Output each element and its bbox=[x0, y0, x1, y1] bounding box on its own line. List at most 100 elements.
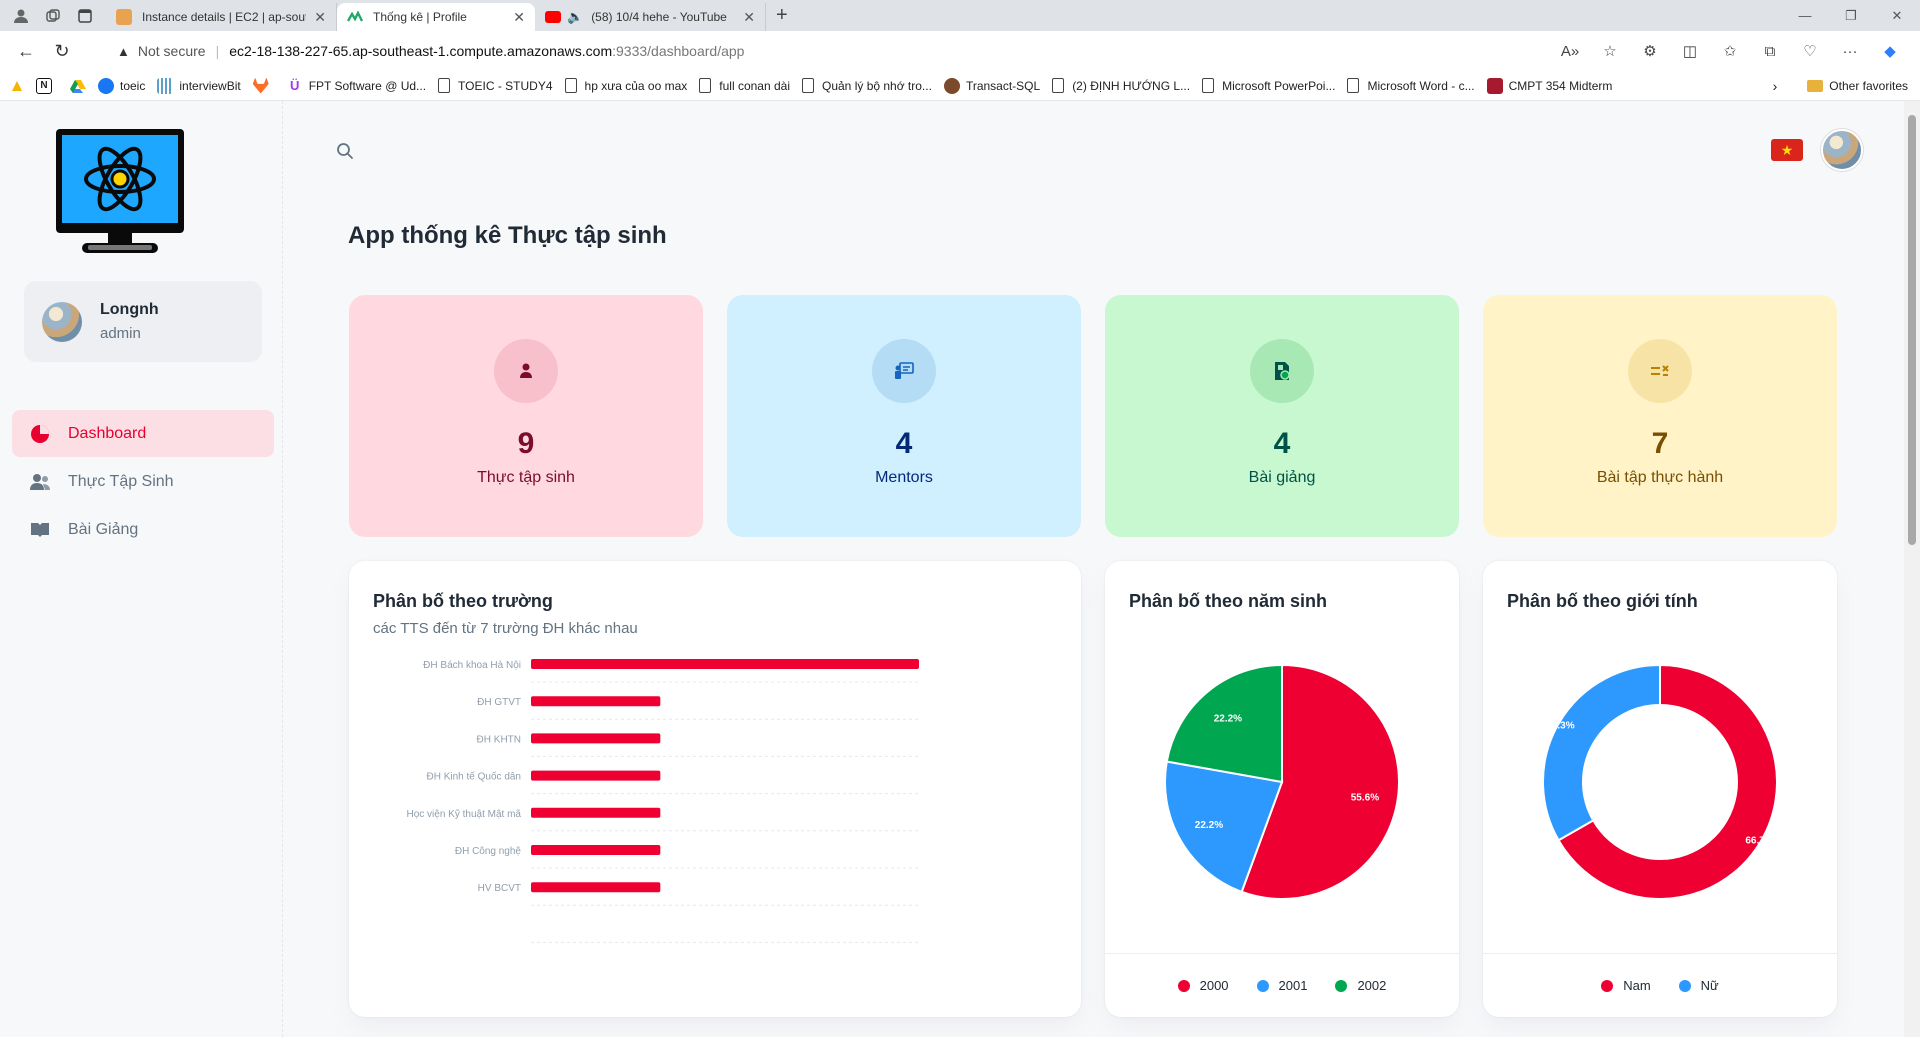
bookmark-gitlab[interactable] bbox=[252, 77, 275, 94]
stat-value: 4 bbox=[1273, 427, 1291, 460]
school-chart-card: Phân bố theo trường các TTS đến từ 7 trư… bbox=[349, 561, 1081, 1017]
other-favorites[interactable]: Other favorites bbox=[1829, 79, 1908, 93]
bar[interactable] bbox=[531, 845, 661, 855]
url-field[interactable]: ▲ Not secure | ec2-18-138-227-65.ap-sout… bbox=[103, 36, 1603, 66]
bookmark-fpt-udemy[interactable]: Ü FPT Software @ Ud... bbox=[286, 77, 426, 94]
favorites-icon[interactable]: ✩ bbox=[1710, 42, 1750, 60]
bookmark-hp-xua[interactable]: hp xưa của oo max bbox=[564, 78, 687, 93]
restore-icon[interactable]: ❐ bbox=[1828, 0, 1874, 31]
vietnam-flag-icon[interactable]: ★ bbox=[1771, 139, 1803, 161]
sidebar-item-label: Dashboard bbox=[68, 424, 147, 442]
main-content: ★ App thống kê Thực tập sinh 9 Thực tập … bbox=[283, 101, 1904, 1037]
legend-label: Nữ bbox=[1700, 978, 1719, 993]
bookmark-arrow-icon[interactable] bbox=[10, 79, 24, 93]
page-title: App thống kê Thực tập sinh bbox=[348, 222, 667, 249]
collections-icon[interactable]: ⧉ bbox=[1750, 43, 1790, 60]
legend-item[interactable]: Nữ bbox=[1678, 978, 1719, 993]
data-label: 55.6% bbox=[1351, 793, 1379, 804]
stat-value: 9 bbox=[517, 427, 535, 460]
scrollbar-thumb[interactable] bbox=[1908, 115, 1916, 545]
toolbar-actions: A» ☆ ⚙ ◫ ✩ ⧉ ♡ ··· ◆ bbox=[1550, 31, 1910, 71]
bar[interactable] bbox=[531, 659, 919, 669]
sidebar-item-thuc-tap-sinh[interactable]: Thực Tập Sinh bbox=[12, 458, 274, 505]
close-tab-icon[interactable]: ✕ bbox=[314, 9, 326, 26]
bar[interactable] bbox=[531, 882, 661, 893]
drive-icon[interactable] bbox=[70, 79, 86, 93]
folder-icon bbox=[1807, 80, 1824, 92]
bookmark-word[interactable]: Microsoft Word - c... bbox=[1347, 78, 1475, 93]
sidebar-item-bai-giang[interactable]: Bài Giảng bbox=[12, 506, 274, 553]
bookmark-powerpoint[interactable]: Microsoft PowerPoi... bbox=[1202, 78, 1335, 93]
bookmark-dinh-huong[interactable]: (2) ĐỊNH HƯỚNG L... bbox=[1052, 78, 1190, 93]
bookmark-quan-ly-bo-nho[interactable]: Quản lý bộ nhớ tro... bbox=[802, 78, 932, 93]
bar[interactable] bbox=[531, 807, 661, 818]
search-icon[interactable] bbox=[335, 141, 355, 161]
close-tab-icon[interactable]: ✕ bbox=[513, 9, 525, 26]
address-bar: ← ↻ ▲ Not secure | ec2-18-138-227-65.ap-… bbox=[0, 31, 1920, 71]
school-bar-chart: ĐH Bách khoa Hà Nội ĐH GTVT ĐH KHTN ĐH Kinh… bbox=[407, 659, 919, 943]
profile-icon[interactable] bbox=[10, 5, 32, 27]
data-label: 66.7% bbox=[1745, 836, 1773, 847]
doc-icon bbox=[699, 78, 712, 93]
profile-app-favicon-icon bbox=[347, 9, 363, 25]
legend-item[interactable]: Nam bbox=[1601, 978, 1651, 993]
stat-label: Mentors bbox=[875, 469, 933, 486]
stat-value: 7 bbox=[1651, 427, 1669, 460]
minimize-icon[interactable]: — bbox=[1782, 0, 1828, 31]
security-label[interactable]: Not secure bbox=[138, 43, 206, 59]
account-card[interactable]: Longnh admin bbox=[24, 281, 262, 362]
more-menu-icon[interactable]: ··· bbox=[1830, 43, 1870, 60]
pie-slice[interactable] bbox=[1542, 663, 1661, 842]
tab-thong-ke[interactable]: Thống kê | Profile ✕ bbox=[337, 3, 535, 31]
gender-donut-chart: 66.7% 33.3% bbox=[1542, 663, 1778, 900]
close-tab-icon[interactable]: ✕ bbox=[743, 9, 755, 26]
extensions-icon[interactable]: ⚙ bbox=[1630, 42, 1670, 60]
legend-item[interactable]: 2002 bbox=[1335, 978, 1386, 993]
tick-label: ĐH KHTN bbox=[477, 734, 521, 745]
avatar[interactable] bbox=[1821, 129, 1863, 171]
sidebar-item-dashboard[interactable]: Dashboard bbox=[12, 410, 274, 457]
refresh-icon[interactable]: ↻ bbox=[44, 41, 80, 62]
page-scrollbar[interactable] bbox=[1904, 101, 1920, 1037]
tab-ec2[interactable]: Instance details | EC2 | ap-southe ✕ bbox=[106, 3, 337, 31]
bar[interactable] bbox=[531, 696, 661, 707]
copilot-icon[interactable]: ◆ bbox=[1870, 42, 1910, 60]
bookmarks-bar: N toeic interviewBit Ü FPT Software @ Ud… bbox=[0, 71, 1920, 101]
new-tab-button[interactable]: + bbox=[776, 4, 788, 27]
back-icon[interactable]: ← bbox=[8, 41, 44, 62]
split-screen-icon[interactable]: ◫ bbox=[1670, 42, 1710, 60]
legend-item[interactable]: 2001 bbox=[1256, 978, 1307, 993]
notion-icon[interactable]: N bbox=[36, 77, 58, 94]
account-name: Longnh bbox=[100, 301, 159, 318]
bookmark-toeic-study4[interactable]: TOEIC - STUDY4 bbox=[438, 78, 553, 93]
close-window-icon[interactable]: ✕ bbox=[1874, 0, 1920, 31]
bar[interactable] bbox=[531, 733, 661, 744]
sql-icon bbox=[943, 77, 960, 94]
gender-chart-card: Phân bố theo giới tính 66.7% 33.3% Nam Nữ bbox=[1483, 561, 1837, 1017]
browser-essentials-icon[interactable]: ♡ bbox=[1790, 42, 1830, 60]
read-aloud-icon[interactable]: A» bbox=[1550, 43, 1590, 60]
bookmark-full-conan[interactable]: full conan dài bbox=[699, 78, 790, 93]
tick-label: ĐH Kinh tế Quốc dân bbox=[427, 771, 522, 783]
legend-item[interactable]: 2000 bbox=[1177, 978, 1229, 993]
stat-label: Thực tập sinh bbox=[477, 469, 575, 486]
udemy-icon: Ü bbox=[286, 77, 303, 94]
bookmark-cmpt354[interactable]: CMPT 354 Midterm bbox=[1486, 77, 1612, 94]
bar[interactable] bbox=[531, 770, 661, 781]
bookmark-interviewbit[interactable]: interviewBit bbox=[157, 77, 241, 94]
legend-label: Nam bbox=[1623, 978, 1651, 993]
data-label: 22.2% bbox=[1195, 820, 1223, 831]
bookmark-toeic[interactable]: toeic bbox=[98, 77, 145, 94]
bookmark-transact-sql[interactable]: Transact-SQL bbox=[943, 77, 1040, 94]
tab-youtube[interactable]: 🔈 (58) 10/4 hehe - YouTube ✕ bbox=[535, 3, 766, 31]
speaker-icon[interactable]: 🔈 bbox=[567, 9, 583, 25]
workspaces-icon[interactable] bbox=[42, 5, 64, 27]
doc-icon bbox=[1052, 78, 1065, 93]
chevron-right-icon[interactable]: › bbox=[1773, 78, 1778, 94]
stat-card-mentors: 4 Mentors bbox=[727, 295, 1081, 537]
app-logo-icon[interactable] bbox=[54, 127, 186, 257]
warning-icon[interactable]: ▲ bbox=[117, 44, 130, 59]
favorite-star-icon[interactable]: ☆ bbox=[1590, 42, 1630, 60]
doc-icon bbox=[1347, 78, 1360, 93]
vertical-tabs-icon[interactable] bbox=[74, 5, 96, 27]
